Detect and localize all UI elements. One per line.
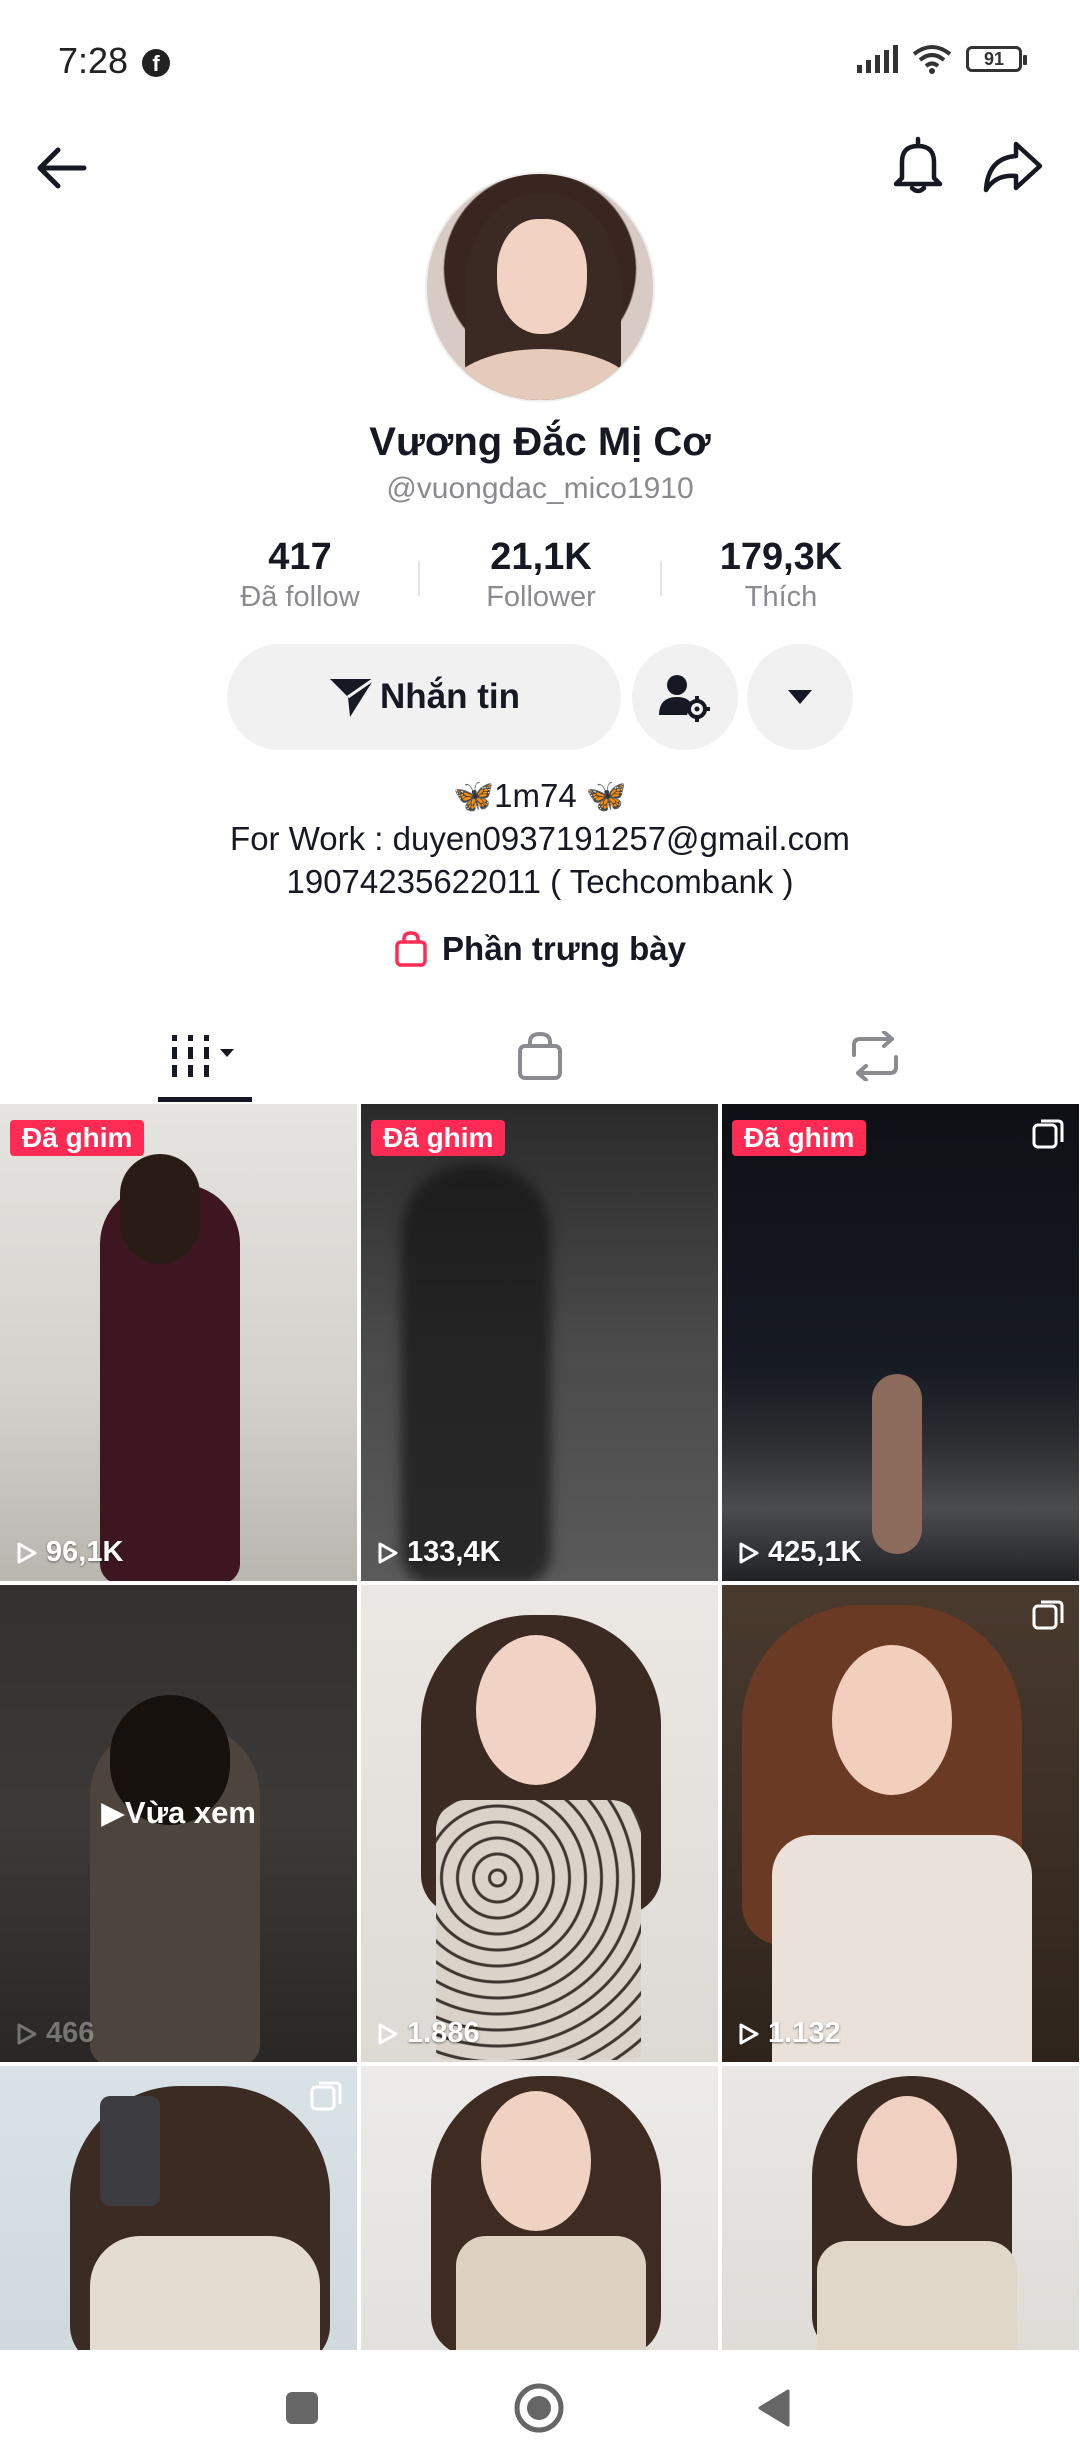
video-tile[interactable]: Đã ghim 96,1K bbox=[0, 1104, 357, 1581]
video-figure-hair bbox=[120, 1154, 200, 1264]
video-figure-top bbox=[817, 2241, 1017, 2350]
bio-line: For Work : duyen0937191257@gmail.com bbox=[230, 820, 850, 857]
stat-label: Đã follow bbox=[240, 581, 360, 613]
view-count: 96,1K bbox=[16, 1536, 123, 1569]
friend-settings-button[interactable] bbox=[632, 644, 738, 750]
view-count-value: 133,4K bbox=[407, 1536, 501, 1568]
stat-label: Follower bbox=[486, 581, 596, 613]
tab-reposts[interactable] bbox=[695, 1010, 1055, 1102]
user-settings-icon bbox=[659, 675, 710, 722]
back-arrow-icon[interactable] bbox=[32, 138, 92, 198]
play-icon: ▶ bbox=[101, 1795, 125, 1830]
play-icon bbox=[17, 1542, 37, 1563]
facebook-icon: f bbox=[142, 49, 170, 77]
bell-icon[interactable] bbox=[888, 134, 948, 198]
play-icon bbox=[378, 2023, 398, 2044]
video-grid: Đã ghim 96,1K Đã ghim 133,4K Đã ghim 425… bbox=[0, 1104, 1080, 2350]
stat-value: 179,3K bbox=[719, 536, 843, 578]
message-button-label: Nhắn tin bbox=[380, 677, 520, 716]
bio-line: 🦋1m74 🦋 bbox=[453, 777, 627, 814]
content-tabs bbox=[0, 1010, 1080, 1102]
view-count: 133,4K bbox=[377, 1536, 501, 1569]
video-figure bbox=[401, 1164, 551, 1581]
video-figure-top bbox=[456, 2236, 646, 2350]
wifi-icon bbox=[912, 44, 952, 74]
view-count-value: 1.132 bbox=[768, 2017, 841, 2049]
multi-photo-icon bbox=[1032, 1119, 1064, 1149]
system-nav-bar bbox=[0, 2350, 1080, 2460]
recents-square-icon[interactable] bbox=[284, 2390, 320, 2431]
video-figure-face bbox=[857, 2096, 957, 2226]
view-count: 466 bbox=[16, 2017, 94, 2050]
view-count-value: 425,1K bbox=[768, 1536, 862, 1568]
view-count-value: 1.886 bbox=[407, 2017, 480, 2049]
play-icon bbox=[739, 1542, 759, 1563]
video-tile[interactable]: ▶Vừa xem 466 bbox=[0, 1585, 357, 2062]
video-tile[interactable]: Đã ghim 133,4K bbox=[361, 1104, 718, 1581]
avatar-face bbox=[497, 219, 587, 334]
recently-watched-label: ▶Vừa xem bbox=[101, 1795, 256, 1830]
view-count-value: 466 bbox=[46, 2017, 95, 2049]
view-count-value: 96,1K bbox=[46, 1536, 124, 1568]
stat-likes[interactable]: 179,3K Thích bbox=[671, 536, 891, 614]
view-count: 1.886 bbox=[377, 2017, 480, 2050]
signal-icon bbox=[857, 45, 898, 73]
stat-followers[interactable]: 21,1K Follower bbox=[431, 536, 651, 614]
video-tile[interactable]: Đã ghim 425,1K bbox=[722, 1104, 1079, 1581]
pinned-badge: Đã ghim bbox=[371, 1120, 506, 1156]
status-time: 7:28 bbox=[58, 40, 129, 81]
stat-value: 417 bbox=[268, 536, 332, 578]
battery-icon: 91 bbox=[966, 46, 1027, 72]
video-figure-face bbox=[481, 2091, 591, 2231]
video-figure-face bbox=[832, 1645, 952, 1795]
profile-stats: 417 Đã follow 21,1K Follower 179,3K Thíc… bbox=[190, 536, 890, 622]
multi-photo-icon bbox=[1032, 1600, 1064, 1630]
showcase-label: Phần trưng bày bbox=[442, 930, 686, 967]
back-triangle-icon[interactable] bbox=[756, 2388, 792, 2433]
video-tile[interactable] bbox=[361, 2066, 718, 2350]
status-bar: 7:28 f 91 bbox=[0, 0, 1080, 120]
pinned-badge: Đã ghim bbox=[10, 1120, 145, 1156]
status-icons: 91 bbox=[857, 44, 1027, 74]
bio: 🦋1m74 🦋 For Work : duyen0937191257@gmail… bbox=[0, 774, 1080, 903]
video-tile[interactable] bbox=[0, 2066, 357, 2350]
stat-following[interactable]: 417 Đã follow bbox=[190, 536, 410, 614]
video-tile[interactable]: 1.886 bbox=[361, 1585, 718, 2062]
username: @vuongdac_mico1910 bbox=[386, 472, 694, 505]
stat-value: 21,1K bbox=[490, 536, 592, 578]
avatar[interactable] bbox=[425, 172, 655, 402]
multi-photo-icon bbox=[310, 2081, 342, 2111]
shop-bag-icon bbox=[518, 1031, 562, 1080]
active-tab-indicator bbox=[158, 1097, 252, 1102]
view-count: 425,1K bbox=[738, 1536, 862, 1569]
video-figure-phone bbox=[100, 2096, 160, 2206]
video-figure-face bbox=[476, 1635, 596, 1785]
repost-icon bbox=[852, 1031, 898, 1081]
stat-divider bbox=[418, 562, 420, 596]
stat-divider bbox=[660, 562, 662, 596]
display-name: Vương Đắc Mị Cơ bbox=[369, 420, 711, 464]
video-figure bbox=[872, 1374, 922, 1554]
tab-shop[interactable] bbox=[360, 1010, 720, 1102]
play-icon bbox=[378, 1542, 398, 1563]
tab-videos[interactable] bbox=[25, 1010, 385, 1102]
stat-label: Thích bbox=[744, 581, 818, 613]
share-arrow-icon[interactable] bbox=[980, 136, 1044, 196]
more-options-button[interactable] bbox=[747, 644, 853, 750]
pinned-badge: Đã ghim bbox=[732, 1120, 867, 1156]
caret-down-icon bbox=[788, 690, 812, 704]
send-icon bbox=[330, 677, 375, 717]
home-circle-icon[interactable] bbox=[513, 2382, 565, 2439]
view-count: 1.132 bbox=[738, 2017, 841, 2050]
video-figure-top bbox=[90, 2236, 320, 2350]
bio-line: 19074235622011 ( Techcombank ) bbox=[286, 863, 794, 900]
videos-grid-icon bbox=[172, 1035, 234, 1077]
video-tile[interactable]: 1.132 bbox=[722, 1585, 1079, 2062]
showcase-link[interactable]: Phần trưng bày bbox=[0, 930, 1080, 968]
video-tile[interactable] bbox=[722, 2066, 1079, 2350]
message-button[interactable]: Nhắn tin bbox=[227, 644, 621, 750]
play-icon bbox=[739, 2023, 759, 2044]
shopping-bag-icon bbox=[395, 931, 427, 967]
play-icon bbox=[17, 2023, 37, 2044]
